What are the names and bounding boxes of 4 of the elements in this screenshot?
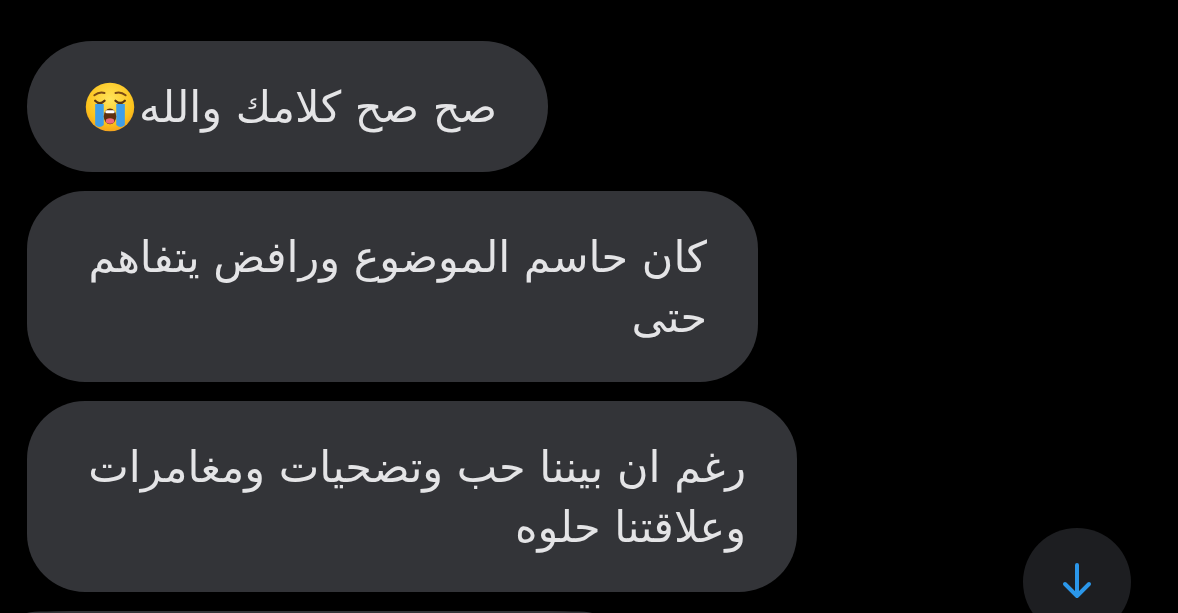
arrow-down-icon	[1062, 563, 1092, 599]
message-text: رغم ان بيننا حب وتضحيات ومغامرات وعلاقتنا حلوه	[88, 441, 746, 552]
message-text: صح صح كلامك والله	[138, 81, 497, 132]
message-text: كان حاسم الموضوع ورافض يتفاهم حتى	[88, 231, 707, 342]
